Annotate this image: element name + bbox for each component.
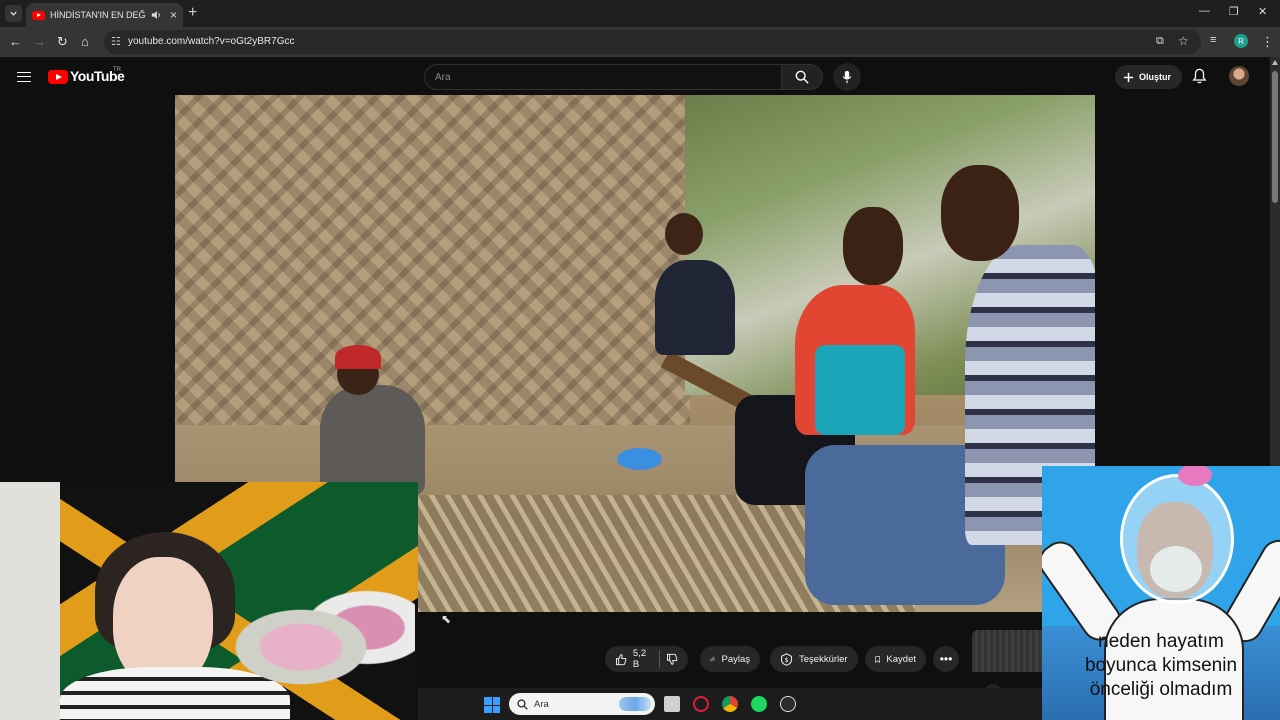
youtube-header: YouTube TR Ara Oluştur (0, 57, 1270, 95)
share-label: Paylaş (721, 653, 750, 665)
meme-line-1: neden hayatım (1098, 631, 1224, 652)
chevron-down-icon (10, 11, 17, 16)
windows-taskbar: Ara (418, 688, 1042, 720)
active-tab[interactable]: HİNDİSTAN'IN EN DEĞERSİZ × (26, 3, 183, 27)
back-icon[interactable]: ← (9, 34, 22, 49)
site-info-icon[interactable]: ☷ (111, 35, 121, 48)
thanks-label: Teşekkürler (799, 653, 848, 665)
tab-search-button[interactable] (5, 5, 22, 22)
share-arrow-icon (710, 656, 716, 662)
diving-helmet (1120, 474, 1234, 604)
media-controls-icon[interactable]: ≡ (1210, 34, 1216, 46)
like-dislike-group: 5,2 B (605, 646, 688, 672)
mouse-cursor-icon: ⬉ (441, 612, 452, 626)
restore-icon[interactable]: ❐ (1229, 5, 1239, 18)
save-button[interactable]: Kaydet (865, 646, 926, 672)
create-button[interactable]: Oluştur (1115, 65, 1182, 89)
more-actions-button[interactable]: ••• (933, 646, 959, 672)
forward-icon[interactable]: → (33, 34, 46, 49)
thumbs-up-icon[interactable] (615, 653, 627, 666)
profile-avatar[interactable]: R (1234, 34, 1248, 48)
bookmark-icon (875, 655, 881, 663)
thumbs-down-icon[interactable] (666, 653, 678, 666)
account-avatar[interactable] (1229, 66, 1249, 86)
search-input[interactable]: Ara (424, 64, 782, 90)
close-window-icon[interactable]: ✕ (1258, 5, 1267, 18)
like-count[interactable]: 5,2 B (633, 648, 653, 670)
reload-icon[interactable]: ↻ (57, 34, 68, 50)
super-thanks-icon: $ (781, 652, 792, 666)
anime-figure-illustration (225, 582, 415, 712)
home-icon[interactable]: ⌂ (81, 34, 89, 49)
close-tab-icon[interactable]: × (170, 8, 177, 22)
meme-line-3: önceliği olmadım (1089, 679, 1233, 700)
search-button[interactable] (781, 64, 823, 90)
tab-title: HİNDİSTAN'IN EN DEĞERSİZ (50, 10, 146, 20)
youtube-logo-icon[interactable] (48, 70, 68, 84)
browser-tab-strip: HİNDİSTAN'IN EN DEĞERSİZ × + — ❐ ✕ (0, 0, 1280, 27)
save-label: Kaydet (886, 653, 916, 665)
plus-icon (1123, 72, 1134, 82)
thanks-button[interactable]: $ Teşekkürler (770, 646, 858, 672)
scroll-up-icon[interactable] (1272, 60, 1278, 65)
more-dots-icon: ••• (939, 652, 953, 666)
meme-overlay: neden hayatım boyunca kimsenin önceliği … (1042, 466, 1280, 720)
url-text: youtube.com/watch?v=oGt2yBR7Gcc (128, 36, 295, 47)
windows-start-icon[interactable] (484, 697, 500, 713)
chrome-icon[interactable] (722, 696, 738, 712)
spotify-icon[interactable] (751, 696, 767, 712)
streamer-webcam (0, 482, 418, 720)
install-app-icon[interactable]: ⧉ (1156, 35, 1164, 48)
region-code: TR (113, 67, 121, 73)
menu-icon[interactable] (17, 72, 31, 82)
browser-menu-icon[interactable]: ⋮ (1261, 34, 1274, 50)
meme-line-2: boyunca kimsenin (1084, 655, 1238, 676)
video-actions-bar: ⬉ 5,2 B Paylaş $ Teşekkürler Kaydet ••• (418, 612, 1042, 702)
search-highlight-image (619, 697, 651, 711)
browser-toolbar: ← → ↻ ⌂ ☷ youtube.com/watch?v=oGt2yBR7Gc… (0, 27, 1280, 57)
voice-search-button[interactable] (833, 63, 861, 91)
address-bar[interactable]: ☷ youtube.com/watch?v=oGt2yBR7Gcc ⧉ ☆ (104, 30, 1201, 54)
new-tab-icon[interactable]: + (188, 4, 197, 22)
taskbar-search-input[interactable]: Ara (509, 693, 655, 715)
search-icon (517, 698, 528, 710)
task-view-icon[interactable] (664, 696, 680, 712)
share-button[interactable]: Paylaş (700, 646, 760, 672)
svg-text:$: $ (785, 655, 789, 663)
opera-gx-icon[interactable] (693, 696, 709, 712)
scroll-thumb[interactable] (1272, 71, 1278, 203)
bookmark-star-icon[interactable]: ☆ (1178, 34, 1189, 48)
taskbar-search-placeholder: Ara (534, 698, 549, 710)
minimize-icon[interactable]: — (1199, 5, 1210, 17)
steam-icon[interactable] (780, 696, 796, 712)
notifications-bell-icon[interactable] (1192, 68, 1207, 84)
youtube-favicon-icon (32, 10, 45, 20)
microphone-icon (842, 70, 852, 84)
create-label: Oluştur (1139, 72, 1172, 82)
search-icon (795, 70, 809, 84)
meme-caption: neden hayatım boyunca kimsenin önceliği … (1042, 630, 1280, 702)
recommended-video-thumbnail[interactable] (972, 630, 1042, 672)
speaker-icon[interactable] (151, 10, 161, 20)
search-placeholder: Ara (435, 72, 451, 83)
